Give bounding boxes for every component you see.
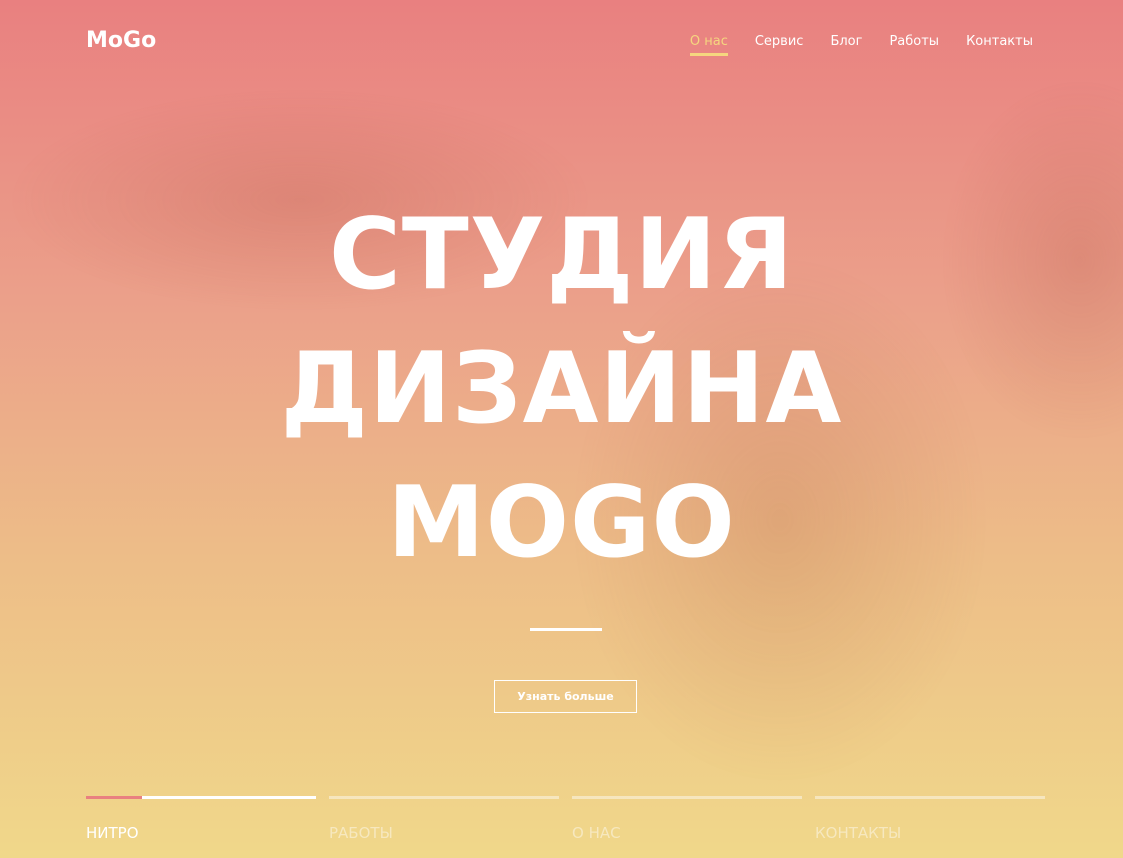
- hero-title: СТУДИЯ ДИЗАЙНА MOGO: [0, 188, 1123, 590]
- slide-tab-nitro[interactable]: НИТРО: [86, 796, 316, 842]
- logo[interactable]: MoGo: [86, 28, 156, 53]
- slide-label: РАБОТЫ: [329, 824, 393, 842]
- hero-title-line: MOGO: [387, 466, 736, 580]
- slide-label: КОНТАКТЫ: [815, 824, 902, 842]
- slide-tab-about[interactable]: О НАС: [572, 796, 802, 842]
- nav-blog[interactable]: Блог: [830, 34, 862, 56]
- nav-works[interactable]: Работы: [889, 34, 939, 56]
- nav-about[interactable]: О нас: [689, 34, 728, 56]
- nav-contacts[interactable]: Контакты: [966, 34, 1033, 56]
- slide-progress-bar: [86, 796, 316, 799]
- slide-progress-bar: [329, 796, 559, 799]
- slide-label: НИТРО: [86, 824, 139, 842]
- slide-tab-contacts[interactable]: КОНТАКТЫ: [815, 796, 1045, 842]
- slide-progress-bar: [815, 796, 1045, 799]
- divider: [530, 628, 602, 631]
- main-nav: О нас Сервис Блог Работы Контакты: [689, 34, 1033, 56]
- hero-title-line: СТУДИЯ: [328, 198, 795, 312]
- slide-tab-works[interactable]: РАБОТЫ: [329, 796, 559, 842]
- nav-service[interactable]: Сервис: [755, 34, 804, 56]
- hero-title-line: ДИЗАЙНА: [280, 332, 843, 446]
- learn-more-button[interactable]: Узнать больше: [494, 680, 637, 713]
- slider-nav: НИТРО РАБОТЫ О НАС КОНТАКТЫ: [86, 796, 1045, 842]
- slide-label: О НАС: [572, 824, 621, 842]
- slide-progress-bar: [572, 796, 802, 799]
